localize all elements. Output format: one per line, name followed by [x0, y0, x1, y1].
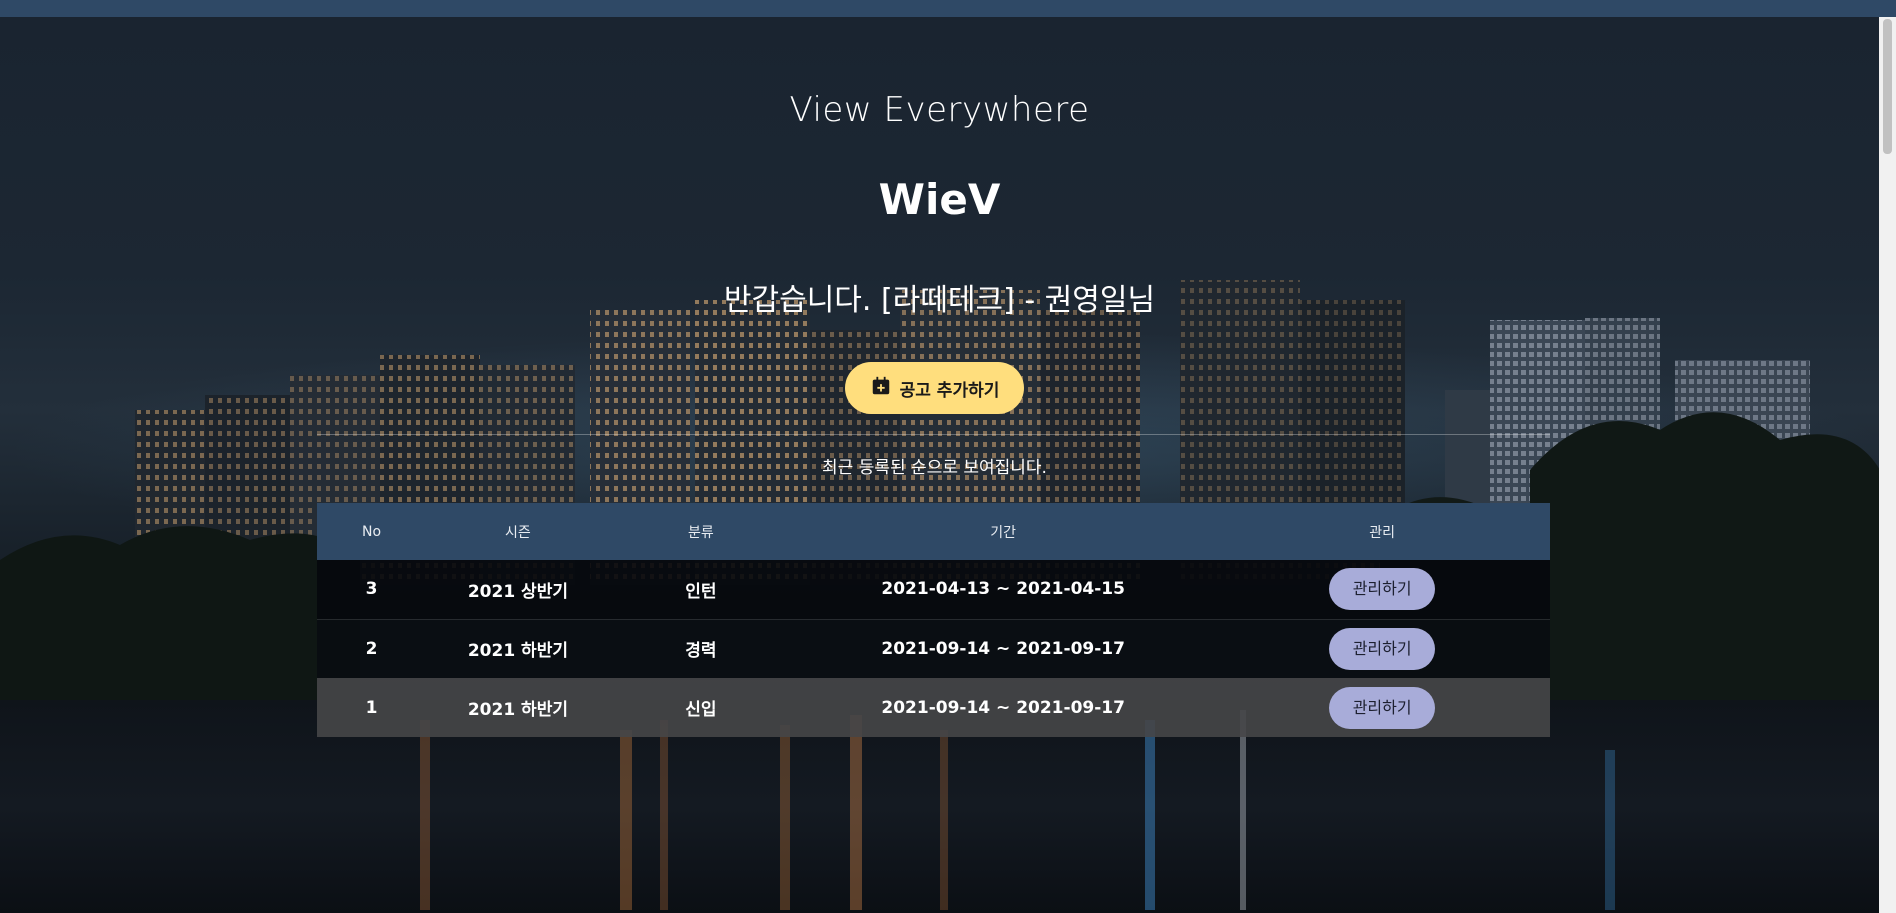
cell-season: 2021 상반기: [467, 581, 568, 602]
header-season: 시즌: [505, 524, 531, 541]
cell-period: 2021-09-14 ~ 2021-09-17: [881, 638, 1125, 659]
cell-no: 2: [365, 638, 378, 659]
cell-manage: 관리하기: [1214, 560, 1550, 619]
hero-subtitle: View Everywhere: [789, 90, 1090, 130]
manage-button[interactable]: 관리하기: [1329, 686, 1436, 729]
add-posting-label: 공고 추가하기: [899, 380, 1000, 401]
cell-category: 경력: [685, 641, 717, 662]
table-header-row: No 시즌 분류 기간 관리: [317, 503, 1550, 560]
divider: [317, 434, 1550, 435]
cell-manage: 관리하기: [1214, 678, 1550, 737]
brand-title: WieV: [878, 175, 1001, 224]
cell-category: 신입: [685, 700, 717, 720]
manage-button[interactable]: 관리하기: [1329, 627, 1436, 670]
cell-no: 3: [365, 579, 378, 600]
cell-period: 2021-09-14 ~ 2021-09-17: [881, 697, 1125, 718]
sort-caption: 최근 등록된 순으로 보여집니다.: [822, 458, 1047, 478]
header-category: 분류: [687, 524, 714, 541]
greeting-text: 반갑습니다. [라떼테크] - 권영일님: [723, 283, 1156, 318]
table-row: 2 2021 하반기 경력 2021-09-14 ~ 2021-09-17 관리…: [317, 619, 1550, 678]
cell-season: 2021 하반기: [467, 700, 568, 720]
manage-button[interactable]: 관리하기: [1329, 568, 1436, 611]
header-no: No: [362, 523, 382, 540]
cell-manage: 관리하기: [1214, 619, 1550, 678]
cell-no: 1: [365, 697, 378, 718]
scrollbar-thumb[interactable]: [1883, 19, 1892, 154]
add-posting-button[interactable]: 공고 추가하기: [845, 362, 1024, 414]
header-manage: 관리: [1369, 524, 1396, 541]
table-row: 3 2021 상반기 인턴 2021-04-13 ~ 2021-04-15 관리…: [317, 560, 1550, 619]
scrollbar[interactable]: [1879, 17, 1896, 913]
calendar-plus-icon: [870, 375, 892, 402]
cell-period: 2021-04-13 ~ 2021-04-15: [881, 579, 1125, 600]
postings-table: No 시즌 분류 기간 관리 3 2021 상반기 인턴 2021-04-13 …: [317, 503, 1550, 737]
cell-category: 인턴: [685, 581, 717, 602]
page: View Everywhere WieV 반갑습니다. [라떼테크] - 권영일…: [0, 0, 1896, 913]
table-row: 1 2021 하반기 신입 2021-09-14 ~ 2021-09-17 관리…: [317, 678, 1550, 737]
cell-season: 2021 하반기: [467, 641, 568, 662]
header-period: 기간: [990, 524, 1017, 541]
